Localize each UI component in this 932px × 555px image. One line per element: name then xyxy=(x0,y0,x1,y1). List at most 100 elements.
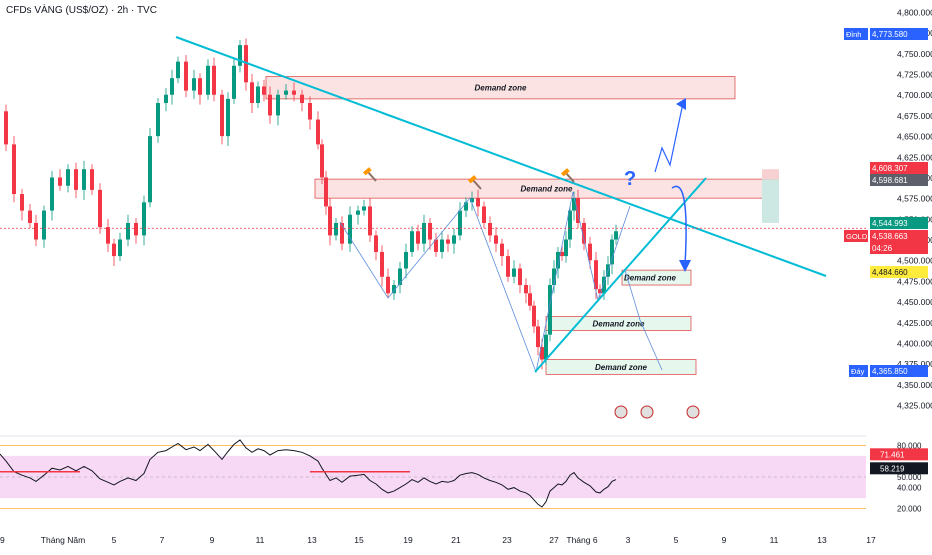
time-tick-label: 5 xyxy=(674,535,679,545)
price-tick-label: 4,750.000 xyxy=(897,49,932,59)
demand-zone-label: Demand zone xyxy=(520,185,573,194)
rsi-upper-text: 71.461 xyxy=(880,450,905,459)
price-tag-text: Đỉnh xyxy=(846,30,861,39)
candle-body xyxy=(428,222,432,240)
time-tick-label: 29 xyxy=(0,535,5,545)
candle-body xyxy=(422,222,426,244)
rsi-tick-label: 40.000 xyxy=(897,484,922,493)
demand-zone-label: Demand zone xyxy=(595,363,648,372)
candle-body xyxy=(292,90,296,95)
candle-body xyxy=(250,82,254,104)
price-tick-label: 4,500.000 xyxy=(897,256,932,266)
candle-body xyxy=(232,65,236,99)
rsi-tick-label: 20.000 xyxy=(897,505,922,514)
candle-body xyxy=(356,210,360,215)
time-tick-label: 11 xyxy=(256,535,265,545)
candle-body xyxy=(488,222,492,236)
time-tick-label: 13 xyxy=(817,535,827,545)
candle-body xyxy=(148,136,152,203)
time-tick-label: 17 xyxy=(866,535,876,545)
candle-body xyxy=(176,61,180,79)
price-tick-label: 4,800.000 xyxy=(897,8,932,18)
candle-body xyxy=(410,231,414,252)
candle-body xyxy=(524,285,528,294)
candle-body xyxy=(4,111,8,145)
time-tick-label: 15 xyxy=(354,535,364,545)
projection-box-red xyxy=(762,169,779,180)
rsi-tick-label: 50.000 xyxy=(897,473,922,482)
time-tick-label: 21 xyxy=(451,535,461,545)
time-tick-label: 19 xyxy=(403,535,413,545)
candle-body xyxy=(268,94,272,116)
candle-body xyxy=(440,239,444,252)
price-tick-label: 4,350.000 xyxy=(897,380,932,390)
candle-body xyxy=(476,198,480,207)
candle-body xyxy=(66,169,70,186)
candle-body xyxy=(126,222,130,240)
chart-title: CFDs VÀNG (US$/OZ) · 2h · TVC xyxy=(6,5,157,16)
candle-body xyxy=(362,206,366,211)
time-tick-label: 13 xyxy=(307,535,317,545)
candle-body xyxy=(284,90,288,95)
time-tick-label: 27 xyxy=(549,535,559,545)
projection-box-green xyxy=(762,179,779,223)
candle-body xyxy=(212,65,216,95)
us-flag-icon xyxy=(614,405,628,419)
candle-body xyxy=(506,256,510,277)
candle-body xyxy=(118,239,122,257)
price-value-text: 4,538.663 xyxy=(872,232,908,241)
chart-svg: 4,800.0004,775.0004,750.0004,725.0004,70… xyxy=(0,8,932,545)
candle-body xyxy=(398,268,402,286)
candle-body xyxy=(134,222,138,236)
candle-body xyxy=(528,293,532,306)
candle-body xyxy=(494,235,498,244)
candle-body xyxy=(334,222,338,236)
price-tick-label: 4,425.000 xyxy=(897,318,932,328)
price-tick-label: 4,325.000 xyxy=(897,401,932,411)
candle-body xyxy=(482,206,486,223)
candle-body xyxy=(610,239,614,265)
bullish-arrow xyxy=(654,102,684,173)
candle-body xyxy=(452,235,456,244)
candle-body xyxy=(156,103,160,137)
time-tick-label: 11 xyxy=(770,535,779,545)
price-chart[interactable]: 4,800.0004,775.0004,750.0004,725.0004,70… xyxy=(0,0,932,550)
time-tick-label: Tháng Năm xyxy=(41,535,85,545)
candle-body xyxy=(572,198,576,211)
candle-body xyxy=(324,177,328,207)
demand-zone-label: Demand zone xyxy=(624,274,677,283)
candle-body xyxy=(404,251,408,269)
candle-body xyxy=(256,86,260,104)
candle-body xyxy=(328,206,332,236)
candle-body xyxy=(518,268,522,286)
candle-body xyxy=(198,78,202,95)
candle-body xyxy=(464,202,468,211)
candle-body xyxy=(536,326,540,348)
candle-body xyxy=(512,268,516,277)
candle-body xyxy=(74,169,78,190)
candle-body xyxy=(90,169,94,190)
time-tick-label: 5 xyxy=(112,535,117,545)
candle-body xyxy=(320,144,324,178)
candle-body xyxy=(12,144,16,195)
price-tick-label: 4,725.000 xyxy=(897,70,932,80)
candle-body xyxy=(368,206,372,236)
candle-body xyxy=(142,202,146,236)
candle-body xyxy=(340,222,344,244)
rsi-current-text: 58.219 xyxy=(880,464,905,473)
candle-body xyxy=(446,239,450,244)
candle-body xyxy=(614,231,618,240)
candle-body xyxy=(458,210,462,236)
time-tick-label: 7 xyxy=(160,535,165,545)
candle-body xyxy=(316,119,320,145)
price-tick-label: 4,650.000 xyxy=(897,132,932,142)
candle-body xyxy=(34,222,38,240)
price-value-text: 4,598.681 xyxy=(872,176,908,185)
us-flag-icon xyxy=(686,405,700,419)
price-tick-label: 4,700.000 xyxy=(897,90,932,100)
price-tick-label: 4,675.000 xyxy=(897,111,932,121)
candle-body xyxy=(238,45,242,66)
candle-body xyxy=(416,231,420,244)
candle-body xyxy=(20,194,24,211)
bullish-arrowhead xyxy=(676,98,686,110)
